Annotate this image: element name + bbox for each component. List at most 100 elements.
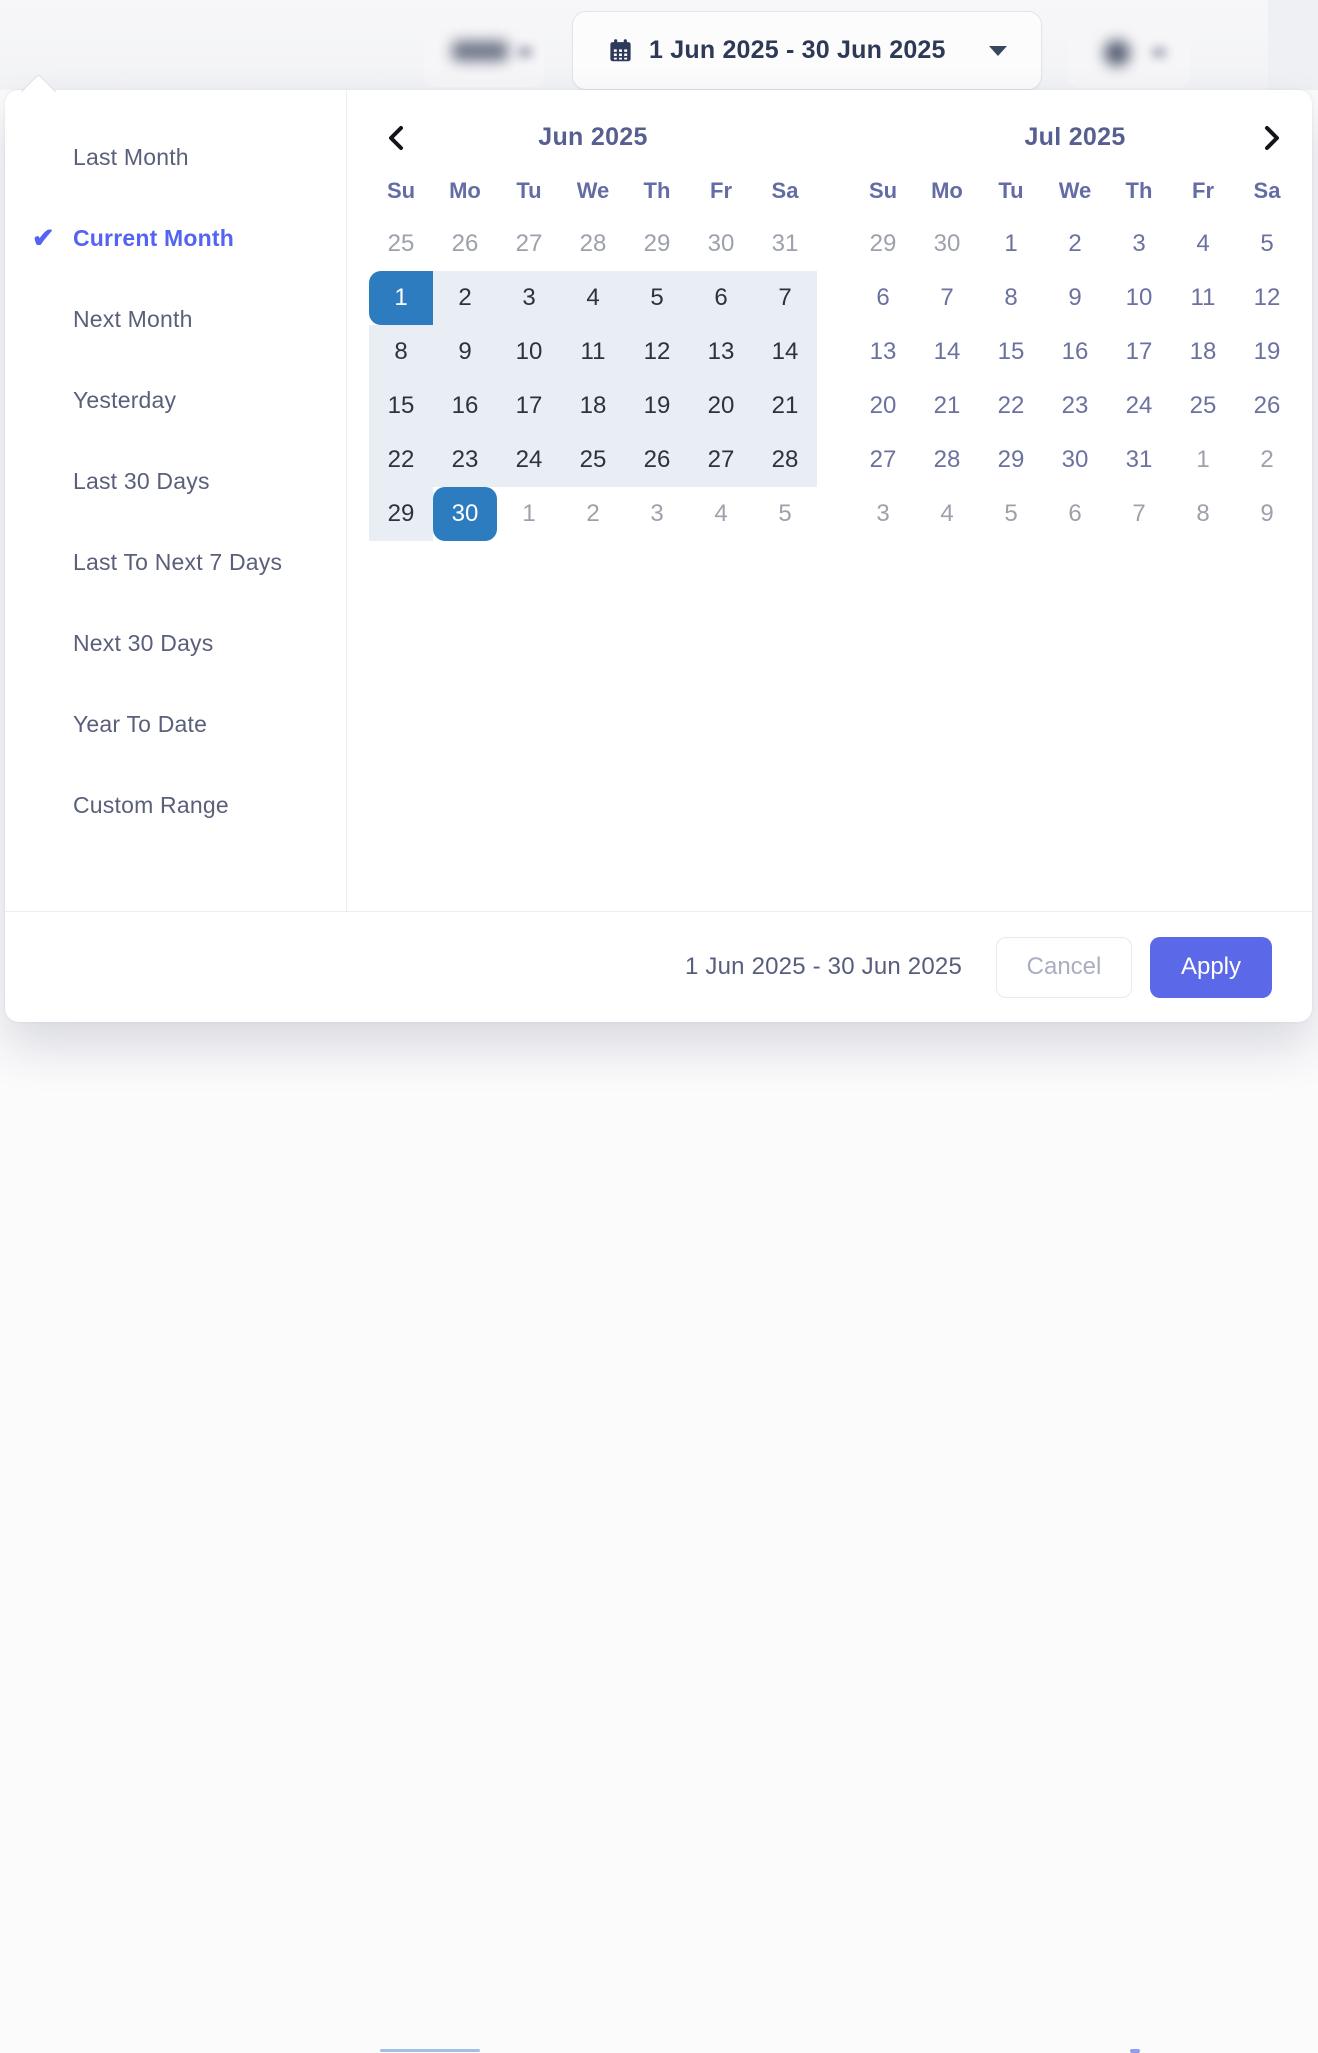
day-cell[interactable]: 3 xyxy=(1107,217,1171,271)
day-cell[interactable]: 1 xyxy=(979,217,1043,271)
day-cell[interactable]: 4 xyxy=(689,487,753,541)
day-cell[interactable]: 25 xyxy=(369,217,433,271)
day-cell[interactable]: 4 xyxy=(561,271,625,325)
day-cell[interactable]: 7 xyxy=(915,271,979,325)
day-cell[interactable]: 5 xyxy=(979,487,1043,541)
day-cell[interactable]: 16 xyxy=(433,379,497,433)
preset-item-year-to-date[interactable]: Year To Date xyxy=(5,684,346,765)
day-cell[interactable]: 7 xyxy=(753,271,817,325)
day-cell[interactable]: 31 xyxy=(1107,433,1171,487)
month-title: Jul 2025 xyxy=(851,117,1299,157)
day-cell[interactable]: 2 xyxy=(433,271,497,325)
preset-item-current-month[interactable]: ✔Current Month xyxy=(5,198,346,279)
day-cell[interactable]: 23 xyxy=(1043,379,1107,433)
preset-item-last-month[interactable]: Last Month xyxy=(5,117,346,198)
day-cell[interactable]: 27 xyxy=(851,433,915,487)
day-cell[interactable]: 6 xyxy=(689,271,753,325)
day-cell[interactable]: 2 xyxy=(1235,433,1299,487)
day-cell[interactable]: 15 xyxy=(369,379,433,433)
day-cell[interactable]: 21 xyxy=(915,379,979,433)
preset-item-label: Last To Next 7 Days xyxy=(73,549,282,575)
day-cell[interactable]: 30 xyxy=(433,487,497,541)
day-cell[interactable]: 4 xyxy=(915,487,979,541)
day-cell[interactable]: 29 xyxy=(369,487,433,541)
day-cell[interactable]: 5 xyxy=(1235,217,1299,271)
date-range-trigger-button[interactable]: 1 Jun 2025 - 30 Jun 2025 xyxy=(572,11,1042,90)
day-cell[interactable]: 9 xyxy=(433,325,497,379)
day-cell[interactable]: 17 xyxy=(1107,325,1171,379)
day-cell[interactable]: 5 xyxy=(753,487,817,541)
day-cell[interactable]: 6 xyxy=(1043,487,1107,541)
preset-item-custom-range[interactable]: Custom Range xyxy=(5,765,346,846)
day-cell[interactable]: 23 xyxy=(433,433,497,487)
day-cell[interactable]: 16 xyxy=(1043,325,1107,379)
day-cell[interactable]: 9 xyxy=(1235,487,1299,541)
day-cell[interactable]: 14 xyxy=(753,325,817,379)
day-cell[interactable]: 11 xyxy=(561,325,625,379)
day-cell[interactable]: 22 xyxy=(369,433,433,487)
day-cell[interactable]: 29 xyxy=(625,217,689,271)
day-cell[interactable]: 12 xyxy=(625,325,689,379)
day-cell[interactable]: 18 xyxy=(561,379,625,433)
day-cell[interactable]: 3 xyxy=(851,487,915,541)
day-cell[interactable]: 29 xyxy=(851,217,915,271)
day-cell[interactable]: 27 xyxy=(689,433,753,487)
day-cell[interactable]: 20 xyxy=(851,379,915,433)
day-cell[interactable]: 7 xyxy=(1107,487,1171,541)
day-cell[interactable]: 24 xyxy=(497,433,561,487)
day-cell[interactable]: 15 xyxy=(979,325,1043,379)
day-cell[interactable]: 1 xyxy=(497,487,561,541)
day-cell[interactable]: 29 xyxy=(979,433,1043,487)
day-cell[interactable]: 4 xyxy=(1171,217,1235,271)
day-cell[interactable]: 1 xyxy=(369,271,433,325)
preset-item-last-to-next-7-days[interactable]: Last To Next 7 Days xyxy=(5,522,346,603)
day-cell[interactable]: 27 xyxy=(497,217,561,271)
day-cell[interactable]: 24 xyxy=(1107,379,1171,433)
day-cell[interactable]: 26 xyxy=(433,217,497,271)
preset-item-next-month[interactable]: Next Month xyxy=(5,279,346,360)
day-cell[interactable]: 30 xyxy=(1043,433,1107,487)
day-cell[interactable]: 30 xyxy=(689,217,753,271)
day-cell[interactable]: 11 xyxy=(1171,271,1235,325)
day-cell[interactable]: 18 xyxy=(1171,325,1235,379)
day-cell[interactable]: 3 xyxy=(625,487,689,541)
day-cell[interactable]: 26 xyxy=(1235,379,1299,433)
blurred-icon-control[interactable] xyxy=(1068,12,1190,88)
day-cell[interactable]: 28 xyxy=(915,433,979,487)
day-cell[interactable]: 10 xyxy=(497,325,561,379)
day-cell[interactable]: 25 xyxy=(561,433,625,487)
day-cell[interactable]: 3 xyxy=(497,271,561,325)
day-cell[interactable]: 8 xyxy=(369,325,433,379)
day-cell[interactable]: 9 xyxy=(1043,271,1107,325)
day-cell[interactable]: 26 xyxy=(625,433,689,487)
day-cell[interactable]: 14 xyxy=(915,325,979,379)
preset-item-last-30-days[interactable]: Last 30 Days xyxy=(5,441,346,522)
day-cell[interactable]: 1 xyxy=(1171,433,1235,487)
day-cell[interactable]: 25 xyxy=(1171,379,1235,433)
day-cell[interactable]: 19 xyxy=(1235,325,1299,379)
day-cell[interactable]: 6 xyxy=(851,271,915,325)
day-cell[interactable]: 5 xyxy=(625,271,689,325)
day-cell[interactable]: 28 xyxy=(753,433,817,487)
day-cell[interactable]: 17 xyxy=(497,379,561,433)
day-cell[interactable]: 2 xyxy=(561,487,625,541)
day-cell[interactable]: 20 xyxy=(689,379,753,433)
day-cell[interactable]: 19 xyxy=(625,379,689,433)
preset-item-next-30-days[interactable]: Next 30 Days xyxy=(5,603,346,684)
day-cell[interactable]: 10 xyxy=(1107,271,1171,325)
day-cell[interactable]: 8 xyxy=(979,271,1043,325)
day-cell[interactable]: 28 xyxy=(561,217,625,271)
day-cell[interactable]: 13 xyxy=(689,325,753,379)
cancel-button[interactable]: Cancel xyxy=(996,937,1132,998)
preset-item-yesterday[interactable]: Yesterday xyxy=(5,360,346,441)
blurred-dropdown-control[interactable] xyxy=(424,13,544,87)
day-cell[interactable]: 22 xyxy=(979,379,1043,433)
day-cell[interactable]: 2 xyxy=(1043,217,1107,271)
day-cell[interactable]: 31 xyxy=(753,217,817,271)
day-cell[interactable]: 8 xyxy=(1171,487,1235,541)
day-cell[interactable]: 21 xyxy=(753,379,817,433)
day-cell[interactable]: 12 xyxy=(1235,271,1299,325)
day-cell[interactable]: 13 xyxy=(851,325,915,379)
day-cell[interactable]: 30 xyxy=(915,217,979,271)
apply-button[interactable]: Apply xyxy=(1150,937,1272,998)
